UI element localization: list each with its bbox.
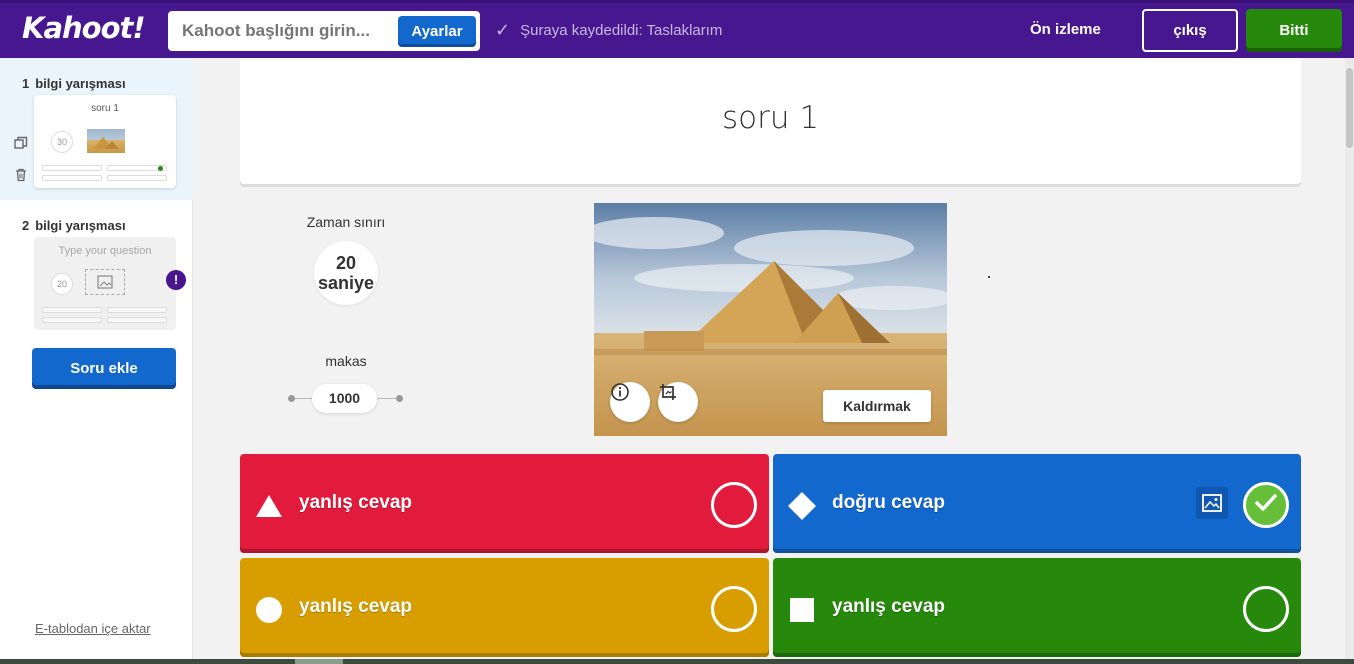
answer-text[interactable]: doğru cevap [832, 492, 945, 514]
scrollbar[interactable] [1345, 58, 1354, 664]
slide-item-1[interactable]: 1 bilgi yarışması soru 1 30 [0, 58, 193, 200]
slide-number: 2 [22, 218, 30, 233]
correct-toggle[interactable] [1243, 482, 1289, 528]
image-crop-button[interactable] [658, 382, 698, 422]
triangle-icon [255, 492, 283, 520]
answer-text[interactable]: yanlış cevap [832, 596, 945, 618]
duplicate-icon[interactable] [14, 136, 28, 153]
preview-button[interactable]: Ön izleme [1030, 21, 1101, 38]
slide-thumbnail[interactable]: soru 1 30 [34, 95, 176, 188]
question-title-box[interactable]: soru 1 [240, 58, 1301, 184]
points-slider-min[interactable] [288, 395, 295, 402]
exit-button[interactable]: çıkış [1142, 9, 1238, 52]
correct-toggle[interactable] [711, 586, 757, 632]
slide-type: bilgi yarışması [35, 218, 126, 233]
answer-text[interactable]: yanlış cevap [299, 492, 412, 514]
title-field: Ayarlar [168, 11, 480, 51]
scrollbar-thumb[interactable] [1346, 68, 1353, 148]
slide-label: 2 bilgi yarışması [22, 218, 126, 233]
bottom-edge [0, 659, 1354, 664]
image-icon[interactable] [1196, 487, 1228, 519]
trash-icon[interactable] [14, 168, 28, 185]
kahoot-title-input[interactable] [182, 11, 397, 51]
question-image[interactable]: Kaldırmak [594, 203, 947, 436]
points-slider-max[interactable] [396, 395, 403, 402]
slide-type: bilgi yarışması [35, 76, 126, 91]
slide-number: 1 [22, 76, 30, 91]
slide-thumbnail-timer: 20 [51, 273, 73, 295]
top-bar: Kahoot! Ayarlar ✓ Şuraya kaydedildi: Tas… [0, 0, 1354, 58]
slide-thumbnail-answer [42, 317, 102, 323]
save-status-text: Şuraya kaydedildi: Taslaklarım [520, 21, 723, 39]
answer-1[interactable]: yanlış cevap [240, 454, 769, 553]
slide-thumbnail-answer [107, 165, 167, 171]
slide-item-2[interactable]: 2 bilgi yarışması Type your question 20 [0, 200, 193, 342]
time-limit-unit: saniye [317, 273, 375, 293]
save-status: ✓ Şuraya kaydedildi: Taslaklarım [495, 21, 722, 39]
slide-thumbnail-timer: 30 [51, 131, 73, 153]
slide-label: 1 bilgi yarışması [22, 76, 126, 91]
correct-toggle[interactable] [711, 482, 757, 528]
bottom-edge-segment [295, 659, 343, 664]
slide-thumbnail-answer [42, 307, 102, 313]
add-question-button[interactable]: Soru ekle [32, 348, 176, 389]
answer-3[interactable]: yanlış cevap [240, 558, 769, 657]
slide-thumbnail-answer [107, 317, 167, 323]
done-button[interactable]: Bitti [1246, 9, 1342, 52]
stray-mark [988, 276, 990, 278]
slide-thumbnail[interactable]: Type your question 20 [34, 237, 176, 330]
import-spreadsheet-link[interactable]: E-tablodan içe aktar [35, 621, 151, 636]
answer-2[interactable]: doğru cevap [773, 454, 1301, 553]
check-icon: ✓ [495, 20, 511, 40]
correct-toggle[interactable] [1243, 586, 1289, 632]
square-icon [788, 596, 816, 624]
slide-thumbnail-image [87, 129, 125, 153]
settings-button[interactable]: Ayarlar [398, 16, 476, 47]
kahoot-logo[interactable]: Kahoot! [22, 11, 146, 45]
diamond-icon [788, 492, 816, 520]
time-limit-label: Zaman sınırı [306, 214, 386, 230]
slide-thumbnail-answer [42, 165, 102, 171]
image-placeholder-icon [85, 269, 125, 295]
slide-thumbnail-title: Type your question [58, 245, 152, 257]
remove-image-button[interactable]: Kaldırmak [823, 390, 931, 422]
correct-marker [158, 166, 163, 171]
slide-thumbnail-answer [107, 307, 167, 313]
points-value[interactable]: 1000 [312, 384, 377, 413]
warning-icon[interactable]: ! [166, 270, 186, 290]
image-info-button[interactable] [610, 382, 650, 422]
check-icon [1254, 493, 1278, 518]
time-limit-selector[interactable]: 20 saniye [314, 241, 378, 305]
slide-thumbnail-answer [107, 175, 167, 181]
points-label: makas [325, 353, 367, 369]
slide-thumbnail-title: soru 1 [91, 103, 119, 114]
circle-icon [255, 596, 283, 624]
question-text[interactable]: soru 1 [240, 100, 1301, 136]
answer-text[interactable]: yanlış cevap [299, 596, 412, 618]
answer-4[interactable]: yanlış cevap [773, 558, 1301, 657]
time-limit-value: 20 [335, 253, 357, 273]
slide-thumbnail-answer [42, 175, 102, 181]
sidebar: 1 bilgi yarışması soru 1 30 2 bilgi yarışm… [0, 58, 193, 664]
